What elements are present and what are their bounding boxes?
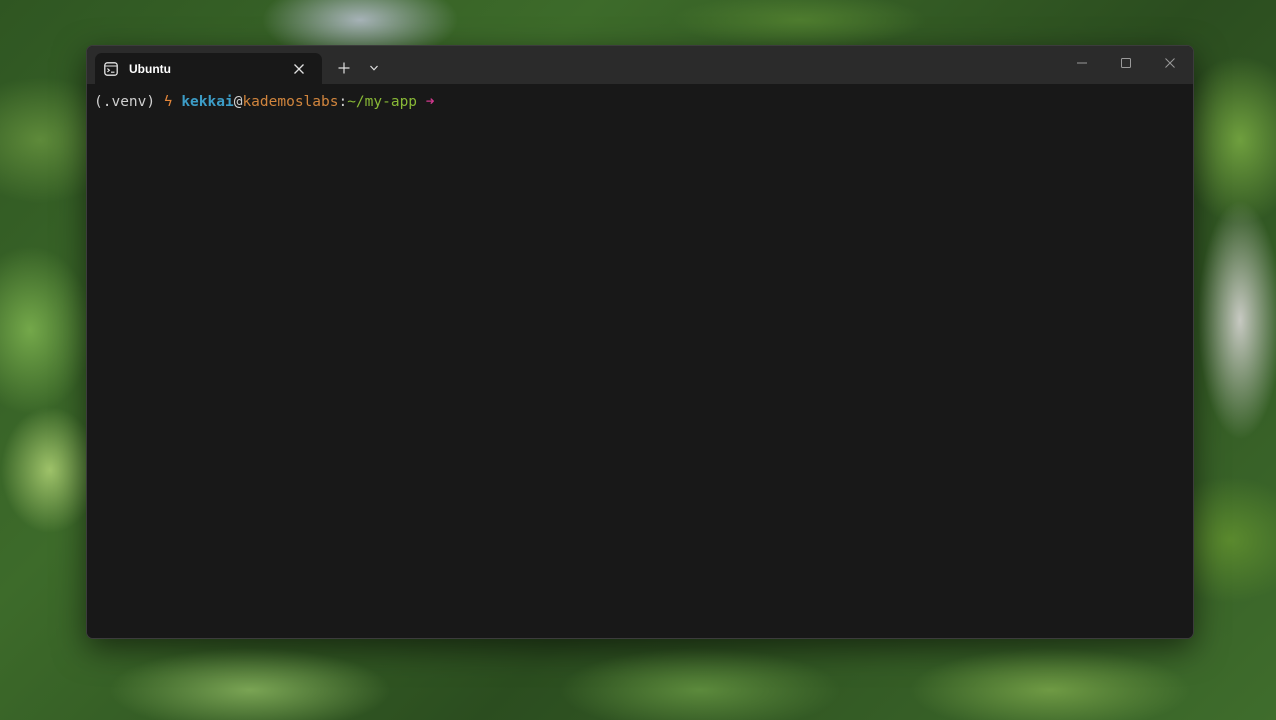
chevron-down-icon[interactable] bbox=[364, 58, 384, 78]
prompt-user: kekkai bbox=[181, 94, 234, 110]
terminal-output[interactable]: (.venv) ϟ kekkai@kademoslabs:~/my-app ➜ bbox=[87, 84, 1193, 638]
close-icon[interactable] bbox=[290, 60, 308, 78]
prompt-colon: : bbox=[338, 94, 348, 110]
terminal-icon bbox=[104, 61, 118, 76]
prompt-path: ~/my-app bbox=[347, 94, 418, 110]
venv-indicator: (.venv) bbox=[94, 94, 156, 110]
title-bar[interactable]: Ubuntu bbox=[87, 46, 1193, 84]
maximize-icon[interactable] bbox=[1111, 52, 1141, 74]
arrow-icon: ➜ bbox=[425, 94, 435, 110]
close-icon[interactable] bbox=[1155, 52, 1185, 74]
tab-title: Ubuntu bbox=[129, 61, 171, 76]
terminal-window: Ubuntu (.venv) ϟ kekkai@kademoslabs:~/my… bbox=[86, 45, 1194, 639]
prompt-line: (.venv) ϟ kekkai@kademoslabs:~/my-app ➜ bbox=[94, 92, 1193, 112]
bolt-icon: ϟ bbox=[163, 94, 173, 110]
minimize-icon[interactable] bbox=[1067, 52, 1097, 74]
plus-icon[interactable] bbox=[334, 58, 354, 78]
prompt-host: kademoslabs bbox=[242, 94, 339, 110]
tab-ubuntu[interactable]: Ubuntu bbox=[95, 53, 322, 84]
